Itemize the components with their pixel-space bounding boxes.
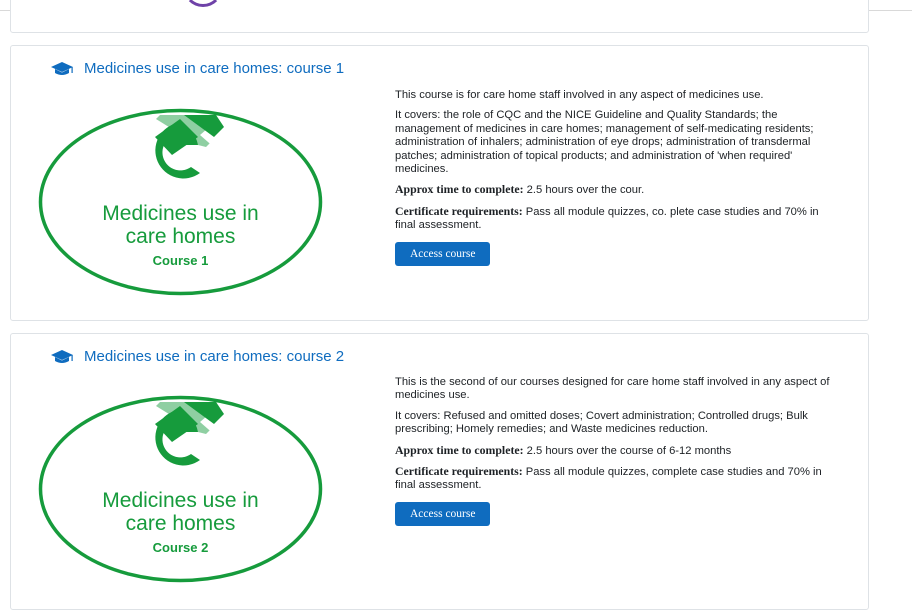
- course-image-2[interactable]: Medicines use in care homes Course 2: [38, 394, 323, 584]
- previous-course-card: [10, 0, 869, 33]
- course-title-link-2[interactable]: Medicines use in care homes: course 2: [50, 348, 344, 365]
- course-summary-1: This course is for care home staff invol…: [395, 89, 841, 266]
- course-certificate: Certificate requirements: Pass all modul…: [395, 203, 841, 233]
- graduation-cap-icon: [51, 349, 73, 363]
- badge-line-1: Medicines use in: [102, 489, 258, 512]
- previous-course-image-edge: [183, 0, 223, 7]
- course-image-1[interactable]: Medicines use in care homes Course 1: [38, 107, 323, 297]
- cert-label: Certificate requirements:: [395, 203, 523, 218]
- course-description: This is the second of our courses design…: [395, 376, 830, 402]
- badge-line-2: care homes: [126, 512, 236, 535]
- course-time: Approx time to complete: 2.5 hours over …: [395, 183, 841, 197]
- time-label: Approx time to complete:: [395, 182, 524, 197]
- course-time: Approx time to complete: 2.5 hours over …: [395, 442, 841, 458]
- badge-line-2: care homes: [126, 225, 236, 248]
- course-badge-2: Medicines use in care homes Course 2: [38, 395, 323, 583]
- badge-line-3: Course 2: [153, 540, 209, 555]
- badge-line-1: Medicines use in: [102, 202, 258, 225]
- badge-line-3: Course 1: [153, 253, 209, 268]
- course-covers: It covers: the role of CQC and the NICE …: [395, 109, 814, 176]
- time-value: 2.5 hours over the course of 6-12 months: [523, 444, 732, 457]
- course-certificate: Certificate requirements: Pass all modul…: [395, 464, 841, 493]
- time-value: 2.5 hours over the cour.: [523, 184, 645, 197]
- course-description: This course is for care home staff invol…: [395, 89, 764, 101]
- course-summary-2: This is the second of our courses design…: [395, 376, 841, 526]
- cert-label: Certificate requirements:: [395, 464, 523, 479]
- graduation-cap-icon: [51, 61, 73, 75]
- course-title-text: Medicines use in care homes: course 1: [84, 60, 345, 77]
- access-course-button-1[interactable]: Access course: [395, 241, 491, 266]
- course-covers: It covers: Refused and omitted doses; Co…: [395, 409, 808, 436]
- course-badge-1: Medicines use in care homes Course 1: [38, 108, 323, 296]
- course-title-link-1[interactable]: Medicines use in care homes: course 1: [50, 60, 344, 77]
- access-course-button-2[interactable]: Access course: [395, 501, 491, 526]
- course-title-text: Medicines use in care homes: course 2: [84, 348, 345, 365]
- time-label: Approx time to complete:: [395, 442, 524, 457]
